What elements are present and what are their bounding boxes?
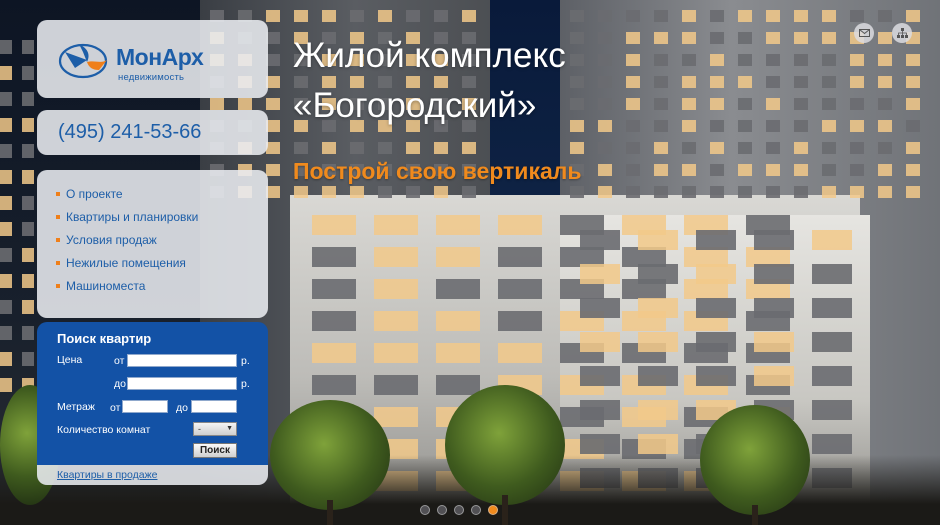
logo-wordmark-part1: Мон — [116, 44, 162, 70]
currency-label: р. — [241, 355, 250, 367]
chevron-down-icon: ▼ — [226, 425, 233, 432]
logo-bird-icon — [58, 43, 108, 79]
logo-wordmark-part2: Арх — [161, 44, 204, 70]
bullet-icon — [56, 283, 60, 288]
price-from-label: от — [114, 355, 125, 367]
area-label: Метраж — [57, 401, 95, 413]
sitemap-icon — [896, 28, 908, 38]
currency-label: р. — [241, 378, 250, 390]
phone-panel: (495) 241-53-66 — [37, 110, 268, 155]
area-to-label: до — [176, 402, 188, 414]
rooms-select[interactable]: - ▼ — [193, 422, 237, 436]
menu-item-parking[interactable]: Машиноместа — [56, 279, 198, 302]
menu-item-about[interactable]: О проекте — [56, 187, 198, 210]
logo-tagline: недвижимость — [118, 72, 185, 83]
menu-item-label: О проекте — [66, 187, 123, 201]
bullet-icon — [56, 214, 60, 219]
search-title: Поиск квартир — [57, 331, 152, 346]
logo-wordmark: МонАрх — [116, 44, 204, 71]
page-title-line2: «Богородский» — [293, 86, 537, 125]
menu-item-label: Квартиры и планировки — [66, 210, 199, 224]
page-title-line1: Жилой комплекс — [293, 36, 566, 75]
menu-item-commercial[interactable]: Нежилые помещения — [56, 256, 198, 279]
price-to-input[interactable] — [127, 377, 237, 390]
price-label: Цена — [57, 354, 83, 366]
menu-item-label: Условия продаж — [66, 233, 157, 247]
mail-button[interactable] — [854, 23, 874, 43]
sitemap-button[interactable] — [892, 23, 912, 43]
bullet-icon — [56, 191, 60, 196]
main-menu: О проекте Квартиры и планировки Условия … — [56, 187, 198, 302]
slider-dot[interactable] — [471, 505, 481, 515]
bullet-icon — [56, 260, 60, 265]
menu-item-label: Нежилые помещения — [66, 256, 186, 270]
apartment-search-form: Поиск квартир Цена от р. до р. Метраж от… — [37, 322, 268, 465]
slider-pagination — [420, 505, 498, 515]
bullet-icon — [56, 237, 60, 242]
main-menu-panel: О проекте Квартиры и планировки Условия … — [37, 170, 268, 318]
slider-dot[interactable] — [420, 505, 430, 515]
search-button[interactable]: Поиск — [193, 443, 237, 458]
logo-panel[interactable]: МонАрх недвижимость — [37, 20, 268, 98]
slogan: Построй свою вертикаль — [293, 158, 582, 184]
mail-icon — [858, 29, 870, 37]
price-from-input[interactable] — [127, 354, 237, 367]
menu-item-sale-terms[interactable]: Условия продаж — [56, 233, 198, 256]
slider-dot[interactable] — [454, 505, 464, 515]
sale-link-bar: Квартиры в продаже — [37, 465, 268, 485]
area-from-label: от — [110, 402, 121, 414]
area-from-input[interactable] — [122, 400, 168, 413]
apartments-on-sale-link[interactable]: Квартиры в продаже — [57, 469, 157, 481]
menu-item-apartments[interactable]: Квартиры и планировки — [56, 210, 198, 233]
menu-item-label: Машиноместа — [66, 279, 146, 293]
page-title: Жилой комплекс «Богородский» — [293, 31, 566, 131]
rooms-label: Количество комнат — [57, 424, 151, 436]
area-to-input[interactable] — [191, 400, 237, 413]
rooms-select-value: - — [198, 424, 201, 434]
price-to-label: до — [114, 378, 126, 390]
slider-dot[interactable] — [437, 505, 447, 515]
phone-number[interactable]: (495) 241-53-66 — [58, 121, 201, 144]
slider-dot[interactable] — [488, 505, 498, 515]
